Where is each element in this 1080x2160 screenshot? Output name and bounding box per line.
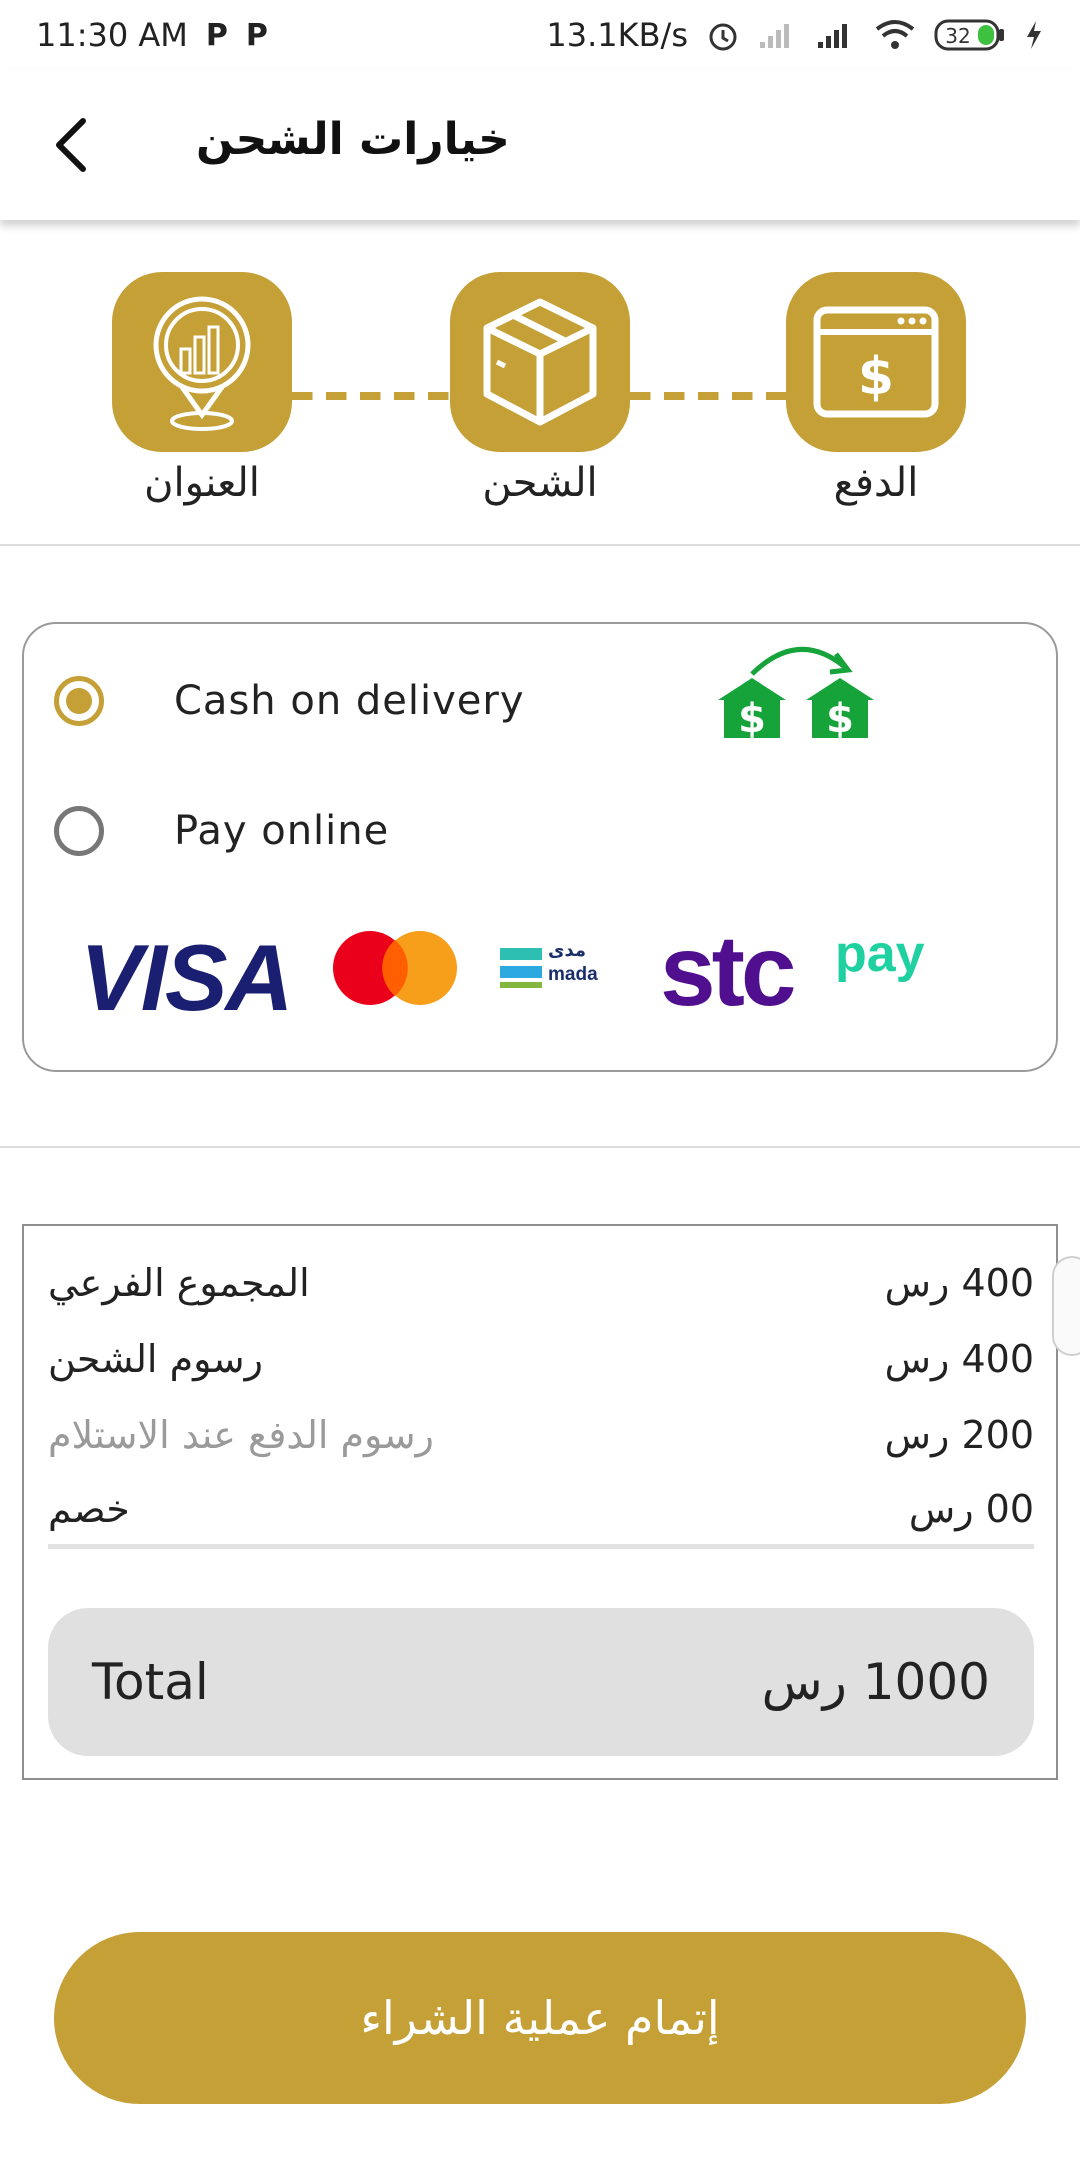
total-box: Total 1000 رس (48, 1608, 1034, 1756)
step-label-payment: الدفع (833, 460, 919, 506)
summary-label: خصم (48, 1487, 130, 1531)
step-label-shipping: الشحن (482, 460, 598, 506)
svg-text:$: $ (738, 696, 766, 742)
summary-row-shipping: رسوم الشحن 400 رس (48, 1324, 1034, 1394)
location-chart-icon (153, 296, 251, 431)
stc-pay-logo: stc pay (660, 914, 925, 1029)
mada-en-text: mada (548, 964, 598, 985)
payment-options-card: Cash on delivery $ $ Pay online VISA مدى… (22, 622, 1058, 1072)
chevron-left-icon (56, 118, 86, 172)
total-label: Total (92, 1653, 209, 1711)
page-title: خيارات الشحن (196, 114, 510, 165)
network-speed: 13.1KB/s (546, 16, 688, 54)
option-pay-online[interactable]: Pay online (54, 806, 389, 856)
box-icon (483, 298, 597, 426)
svg-text:32: 32 (945, 24, 970, 48)
back-button[interactable] (36, 110, 106, 180)
step-connector (292, 392, 452, 400)
wifi-icon (874, 19, 916, 51)
option-label: Cash on delivery (174, 678, 525, 724)
summary-label: رسوم الدفع عند الاستلام (48, 1413, 434, 1457)
status-time: 11:30 AM (36, 16, 188, 54)
money-transfer-icon: $ $ (718, 646, 874, 742)
signal-weak-icon (758, 20, 798, 50)
payment-brands: VISA مدى mada stc pay (80, 915, 980, 1030)
svg-text:$: $ (858, 347, 894, 407)
app-bar: خيارات الشحن (0, 70, 1080, 220)
step-shipping[interactable] (450, 272, 630, 452)
svg-text:$: $ (826, 696, 854, 742)
summary-divider (48, 1544, 1034, 1549)
option-cash-on-delivery[interactable]: Cash on delivery (54, 676, 525, 726)
step-connector (630, 392, 790, 400)
summary-row-discount: خصم 00 رس (48, 1474, 1034, 1544)
complete-purchase-button[interactable]: إتمام عملية الشراء (54, 1932, 1026, 2104)
summary-row-subtotal: المجموع الفرعي 400 رس (48, 1248, 1034, 1318)
visa-logo: VISA (80, 925, 293, 1030)
summary-value: 200 رس (884, 1413, 1034, 1457)
charging-icon (1024, 19, 1044, 51)
checkout-steps: العنوان الشحن $ الدفع (0, 270, 1080, 520)
alarm-icon (706, 18, 740, 52)
order-summary: المجموع الفرعي 400 رس رسوم الشحن 400 رس … (22, 1224, 1058, 1780)
notification-p-icon: P (205, 17, 228, 53)
mada-logo: مدى mada (500, 940, 610, 994)
radio-button-checked[interactable] (54, 676, 104, 726)
step-payment[interactable]: $ (786, 272, 966, 452)
step-address[interactable] (112, 272, 292, 452)
divider (0, 1146, 1080, 1148)
stc-pay-text: pay (835, 925, 925, 983)
payment-window-icon: $ (813, 306, 939, 418)
scroll-handle[interactable] (1052, 1256, 1080, 1356)
step-label-address: العنوان (144, 460, 260, 506)
stc-text: stc (660, 915, 797, 1027)
option-label: Pay online (174, 808, 390, 854)
summary-value: 400 رس (884, 1261, 1034, 1305)
radio-button-unchecked[interactable] (54, 806, 104, 856)
summary-label: المجموع الفرعي (48, 1261, 310, 1305)
mada-ar-text: مدى (548, 940, 587, 961)
mastercard-logo (333, 931, 457, 1005)
summary-label: رسوم الشحن (48, 1337, 263, 1381)
status-bar: 11:30 AM P P 13.1KB/s 32 (0, 0, 1080, 70)
divider (0, 544, 1080, 546)
notification-p-icon: P (245, 17, 268, 53)
total-value: 1000 رس (761, 1653, 990, 1711)
battery-icon: 32 (934, 18, 1006, 52)
summary-value: 400 رس (884, 1337, 1034, 1381)
summary-row-cod-fee: رسوم الدفع عند الاستلام 200 رس (48, 1400, 1034, 1470)
summary-value: 00 رس (908, 1487, 1034, 1531)
signal-icon (816, 20, 856, 50)
